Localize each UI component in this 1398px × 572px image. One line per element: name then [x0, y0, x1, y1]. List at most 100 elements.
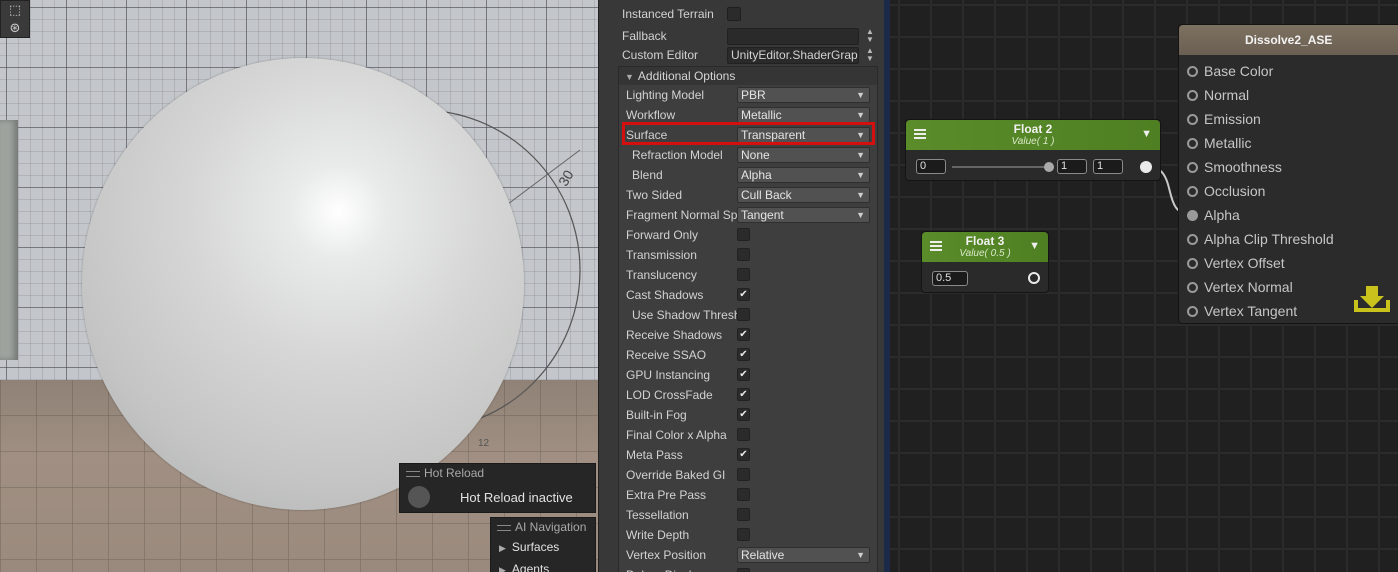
- final-color-x-alpha-checkbox[interactable]: [737, 428, 750, 441]
- option-row-gpu-instancing: GPU Instancing ✔: [619, 365, 877, 385]
- port-dot-icon[interactable]: [1187, 306, 1198, 317]
- fragment-normal-space-dropdown[interactable]: Tangent ▼: [737, 207, 870, 223]
- lighting-model-dropdown[interactable]: PBR ▼: [737, 87, 870, 103]
- output-node[interactable]: Dissolve2_ASE Base Color Normal Emission Me…: [1178, 24, 1398, 324]
- port-alpha-clip-threshold[interactable]: Alpha Clip Threshold: [1187, 229, 1334, 249]
- override-baked-gi-checkbox[interactable]: [737, 468, 750, 481]
- option-label: Receive Shadows: [626, 328, 723, 342]
- port-dot-icon[interactable]: [1187, 282, 1198, 293]
- port-emission[interactable]: Emission: [1187, 109, 1261, 129]
- option-row-lod-crossfade: LOD CrossFade ✔: [619, 385, 877, 405]
- float3-output-port[interactable]: [1028, 272, 1040, 284]
- receive-ssao-checkbox[interactable]: ✔: [737, 348, 750, 361]
- float2-value-field[interactable]: 1: [1057, 159, 1087, 174]
- status-dot-icon: [408, 486, 430, 508]
- port-dot-icon[interactable]: [1187, 258, 1198, 269]
- menu-icon[interactable]: [914, 129, 926, 139]
- blend-dropdown[interactable]: Alpha ▼: [737, 167, 870, 183]
- port-metallic[interactable]: Metallic: [1187, 133, 1251, 153]
- port-dot-icon[interactable]: [1187, 234, 1198, 245]
- translucency-checkbox[interactable]: [737, 268, 750, 281]
- debug-display-checkbox[interactable]: [737, 568, 750, 572]
- port-dot-icon[interactable]: [1187, 186, 1198, 197]
- grip-icon[interactable]: [406, 470, 420, 477]
- dropdown-arrow-icon: ▼: [856, 550, 865, 560]
- output-node-title[interactable]: Dissolve2_ASE: [1179, 25, 1398, 55]
- port-normal[interactable]: Normal: [1187, 85, 1249, 105]
- port-vertex-normal[interactable]: Vertex Normal: [1187, 277, 1293, 297]
- grip-icon[interactable]: [497, 524, 511, 531]
- fallback-row: Fallback ▲ ▼: [599, 26, 888, 46]
- meta-pass-checkbox[interactable]: ✔: [737, 448, 750, 461]
- instanced-terrain-checkbox[interactable]: [727, 7, 741, 21]
- port-alpha[interactable]: Alpha: [1187, 205, 1240, 225]
- two-sided-dropdown[interactable]: Cull Back ▼: [737, 187, 870, 203]
- port-occlusion[interactable]: Occlusion: [1187, 181, 1265, 201]
- cast-shadows-checkbox[interactable]: ✔: [737, 288, 750, 301]
- additional-options-foldout[interactable]: ▼ Additional Options: [619, 67, 877, 85]
- rect-select-icon[interactable]: ⬚: [1, 1, 29, 19]
- float2-header[interactable]: Float 2 Value( 1 ) ▼: [906, 120, 1160, 150]
- custom-editor-field[interactable]: UnityEditor.ShaderGrap: [727, 46, 859, 64]
- collapse-caret-icon[interactable]: ▼: [1141, 128, 1152, 140]
- option-label: LOD CrossFade: [626, 388, 713, 402]
- port-dot-icon[interactable]: [1187, 90, 1198, 101]
- port-base-color[interactable]: Base Color: [1187, 61, 1273, 81]
- built-in-fog-checkbox[interactable]: ✔: [737, 408, 750, 421]
- option-row-two-sided: Two Sided Cull Back ▼: [619, 185, 877, 205]
- port-label: Vertex Tangent: [1204, 303, 1298, 319]
- fallback-field[interactable]: [727, 27, 859, 45]
- lod-crossfade-checkbox[interactable]: ✔: [737, 388, 750, 401]
- surface-dropdown[interactable]: Transparent ▼: [737, 127, 870, 143]
- option-label: Receive SSAO: [626, 348, 707, 362]
- tick-label: 12: [478, 438, 490, 449]
- sphere-object[interactable]: [82, 58, 524, 510]
- extra-pre-pass-checkbox[interactable]: [737, 488, 750, 501]
- workflow-dropdown[interactable]: Metallic ▼: [737, 107, 870, 123]
- option-row-extra-pre-pass: Extra Pre Pass: [619, 485, 877, 505]
- port-label: Smoothness: [1204, 159, 1282, 175]
- tessellation-checkbox[interactable]: [737, 508, 750, 521]
- receive-shadows-checkbox[interactable]: ✔: [737, 328, 750, 341]
- orbit-icon[interactable]: ⊛: [1, 19, 29, 37]
- download-icon[interactable]: [1354, 282, 1390, 314]
- float2-max-field[interactable]: 1: [1093, 159, 1123, 174]
- port-dot-icon[interactable]: [1187, 66, 1198, 77]
- option-label: Debug Display: [626, 568, 740, 572]
- port-dot-icon[interactable]: [1187, 114, 1198, 125]
- gpu-instancing-checkbox[interactable]: ✔: [737, 368, 750, 381]
- port-vertex-tangent[interactable]: Vertex Tangent: [1187, 301, 1297, 321]
- port-dot-icon[interactable]: [1187, 138, 1198, 149]
- float2-node[interactable]: Float 2 Value( 1 ) ▼ 0 1 1: [905, 119, 1161, 181]
- float2-slider-track[interactable]: [952, 166, 1054, 168]
- transmission-checkbox[interactable]: [737, 248, 750, 261]
- collapse-caret-icon[interactable]: ▼: [1029, 240, 1040, 252]
- spinner-icon[interactable]: ▲ ▼: [865, 47, 875, 63]
- vertex-position-dropdown[interactable]: Relative ▼: [737, 547, 870, 563]
- option-label: Workflow: [626, 108, 676, 122]
- float3-node[interactable]: Float 3 Value( 0.5 ) ▼ 0.5: [921, 231, 1049, 293]
- write-depth-checkbox[interactable]: [737, 528, 750, 541]
- float3-header[interactable]: Float 3 Value( 0.5 ) ▼: [922, 232, 1048, 262]
- use-shadow-threshold-checkbox[interactable]: [737, 308, 750, 321]
- forward-only-checkbox[interactable]: [737, 228, 750, 241]
- option-row-forward-only: Forward Only: [619, 225, 877, 245]
- float2-min-field[interactable]: 0: [916, 159, 946, 174]
- port-dot-icon[interactable]: [1187, 162, 1198, 173]
- float2-output-port[interactable]: [1140, 161, 1152, 173]
- option-row-meta-pass: Meta Pass ✔: [619, 445, 877, 465]
- option-label: Transmission: [626, 248, 697, 262]
- float2-slider-thumb[interactable]: [1044, 162, 1054, 172]
- refraction-model-dropdown[interactable]: None ▼: [737, 147, 870, 163]
- scene-view[interactable]: 30 12 ⬚ ⊛ Hot Reload Hot Reload inactive…: [0, 0, 598, 572]
- spinner-icon[interactable]: ▲ ▼: [865, 28, 875, 44]
- float3-value-field[interactable]: 0.5: [932, 271, 968, 286]
- port-dot-icon[interactable]: [1187, 210, 1198, 221]
- menu-icon[interactable]: [930, 241, 942, 251]
- port-smoothness[interactable]: Smoothness: [1187, 157, 1282, 177]
- option-label: Final Color x Alpha: [626, 428, 727, 442]
- ai-nav-item-agents[interactable]: ▶ Agents: [491, 558, 595, 572]
- fallback-label: Fallback: [622, 29, 667, 43]
- port-vertex-offset[interactable]: Vertex Offset: [1187, 253, 1285, 273]
- ai-nav-item-surfaces[interactable]: ▶ Surfaces: [491, 536, 595, 558]
